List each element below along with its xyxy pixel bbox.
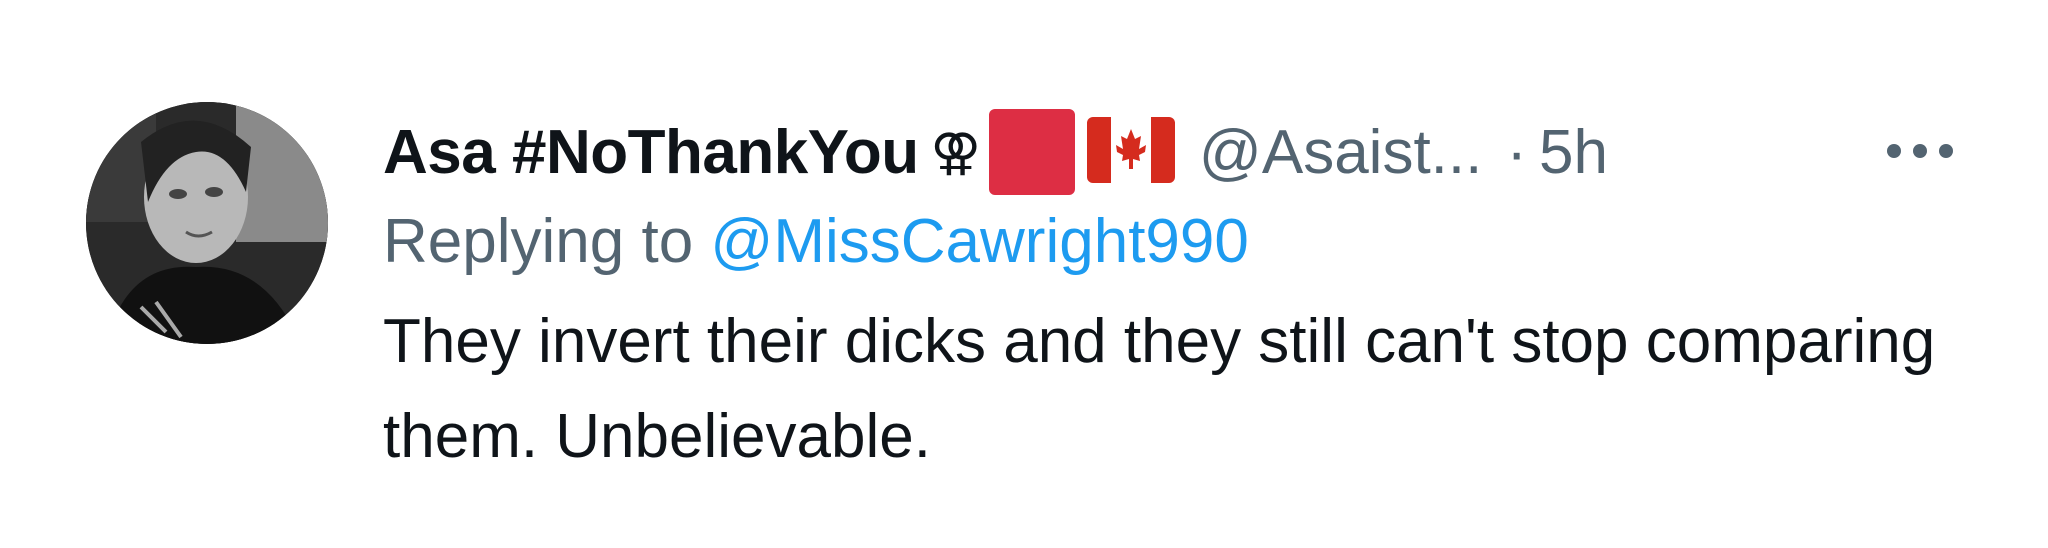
more-horizontal-icon [1887,144,1953,158]
red-square-icon [988,109,1075,195]
avatar[interactable] [86,102,328,344]
reply-to-handle-link[interactable]: @MissCawright990 [710,207,1248,276]
tweet-text: They invert their dicks and they still c… [383,307,1936,471]
dot-separator: · [1506,117,1528,187]
name-emojis: ⚢ [931,109,1199,195]
canada-flag-icon [1086,116,1175,188]
timestamp[interactable]: 5h [1539,117,1608,188]
reply-prefix: Replying to [383,207,694,276]
reply-context: Replying to @MissCawright990 [383,200,1963,284]
avatar-photo [86,102,328,344]
tweet-header: Asa #NoThankYou ⚢ @Asaist... · 5h [383,109,1963,195]
display-name[interactable]: Asa #NoThankYou [383,117,919,188]
lesbian-symbol-icon: ⚢ [930,124,981,180]
tweet-content: Asa #NoThankYou ⚢ @Asaist... · 5h Replyi… [383,109,1963,484]
tweet[interactable]: Asa #NoThankYou ⚢ @Asaist... · 5h Replyi… [0,0,2048,548]
more-button[interactable] [1880,126,1960,176]
user-handle[interactable]: @Asaist... [1199,117,1482,188]
